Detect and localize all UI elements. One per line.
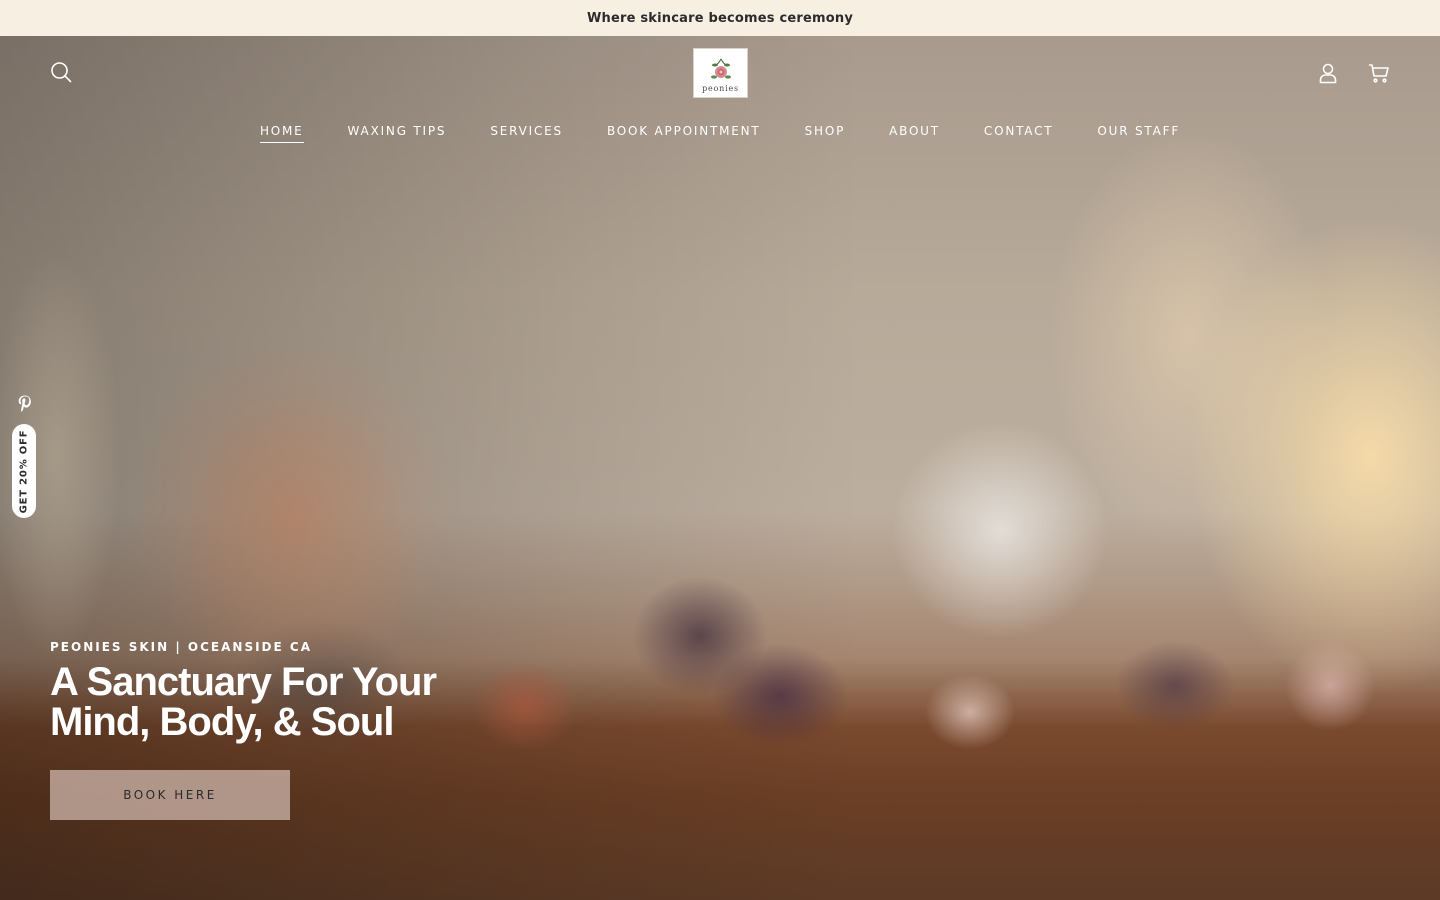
nav-item-shop[interactable]: SHOP: [783, 122, 868, 144]
side-tools: GET 20% OFF: [12, 394, 38, 518]
cart-icon[interactable]: [1367, 61, 1391, 85]
hero-content: PEONIES SKIN | OCEANSIDE CA A Sanctuary …: [50, 640, 510, 742]
site-logo[interactable]: peonies: [693, 48, 748, 98]
nav-item-book-appointment[interactable]: BOOK APPOINTMENT: [585, 122, 783, 144]
book-here-button[interactable]: BOOK HERE: [50, 770, 290, 820]
discount-tab[interactable]: GET 20% OFF: [12, 424, 36, 518]
peony-flower-icon: [710, 58, 731, 79]
announcement-bar: Where skincare becomes ceremony: [0, 0, 1440, 36]
hero-eyebrow: PEONIES SKIN | OCEANSIDE CA: [50, 640, 312, 654]
search-icon[interactable]: [49, 60, 73, 84]
nav-item-contact[interactable]: CONTACT: [962, 122, 1076, 144]
discount-label: GET 20% OFF: [18, 429, 30, 513]
nav-item-about[interactable]: ABOUT: [867, 122, 962, 144]
hero-headline: A Sanctuary For Your Mind, Body, & Soul: [50, 660, 437, 744]
nav-item-waxing-tips[interactable]: WAXING TIPS: [326, 122, 469, 144]
announcement-text: Where skincare becomes ceremony: [586, 10, 854, 26]
nav-item-services[interactable]: SERVICES: [468, 122, 585, 144]
user-icon[interactable]: [1316, 61, 1340, 85]
main-nav: HOME WAXING TIPS SERVICES BOOK APPOINTME…: [0, 122, 1440, 144]
logo-text: peonies: [702, 84, 739, 93]
nav-item-our-staff[interactable]: OUR STAFF: [1075, 122, 1202, 144]
nav-item-home[interactable]: HOME: [238, 122, 326, 144]
pinterest-icon[interactable]: [12, 394, 38, 414]
